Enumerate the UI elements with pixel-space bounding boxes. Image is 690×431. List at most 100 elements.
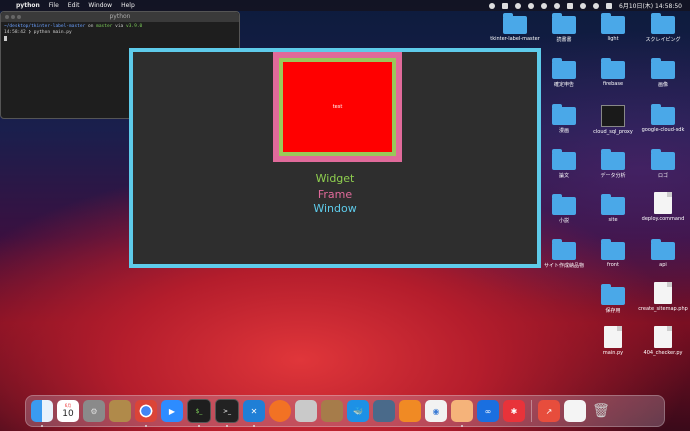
wifi-icon[interactable] <box>580 2 586 9</box>
folder-icon <box>503 13 527 34</box>
terminal-cursor <box>4 36 7 41</box>
menu-file[interactable]: File <box>49 2 59 9</box>
folder-icon <box>552 13 576 34</box>
widget-label: test <box>332 104 343 110</box>
desktop-item[interactable]: light <box>587 13 639 42</box>
desktop-item[interactable]: 読書書 <box>538 13 590 43</box>
terminal-title: python <box>109 13 131 20</box>
menu-clock[interactable]: 6月10日(木) 14:58:50 <box>619 1 682 10</box>
search-icon[interactable] <box>593 2 599 9</box>
terminal-titlebar[interactable]: python <box>1 12 239 22</box>
folder-icon <box>552 194 576 215</box>
folder-icon <box>601 284 625 305</box>
zoom-icon[interactable]: ▶ <box>161 400 183 422</box>
folder-icon <box>601 239 625 260</box>
chrome-icon[interactable] <box>135 400 157 427</box>
folder-icon <box>601 58 625 79</box>
desktop-item[interactable]: データ分析 <box>587 149 639 179</box>
menu-edit[interactable]: Edit <box>68 2 80 9</box>
prompt-branch: master <box>96 24 113 29</box>
legend-window: Window <box>313 202 357 215</box>
file-icon <box>654 326 672 348</box>
trash-icon[interactable]: 🗑 <box>590 400 612 422</box>
desktop-item[interactable]: 画像 <box>637 58 689 88</box>
postman-icon[interactable] <box>269 400 291 422</box>
folder-icon <box>651 104 675 125</box>
package-icon[interactable] <box>321 400 343 422</box>
status-icon-6[interactable] <box>554 2 560 9</box>
desktop-item[interactable]: ロゴ <box>637 149 689 179</box>
menu-app-name[interactable]: python <box>16 2 40 9</box>
sequel-icon[interactable] <box>295 400 317 422</box>
status-icon-3[interactable] <box>515 2 521 9</box>
status-icon-4[interactable] <box>528 2 534 9</box>
folder-icon <box>651 239 675 260</box>
desktop-item[interactable]: google-cloud-sdk <box>637 104 689 133</box>
menu-window[interactable]: Window <box>88 2 112 9</box>
folder-icon <box>651 13 675 34</box>
calendar-icon[interactable]: 6月 10 <box>57 400 79 422</box>
system-preferences-icon[interactable]: ⚙ <box>83 400 105 422</box>
tkinter-window[interactable]: test Widget Frame Window <box>129 48 541 268</box>
dock-separator <box>531 400 532 422</box>
terminal-icon[interactable]: >_ <box>215 399 239 427</box>
finder-icon[interactable] <box>31 400 53 427</box>
status-icon-5[interactable] <box>541 2 547 9</box>
terminal-file-icon <box>601 105 625 127</box>
desktop-item[interactable]: 論文 <box>538 149 590 179</box>
folder-icon <box>601 194 625 215</box>
menu-help[interactable]: Help <box>121 2 135 9</box>
iterm-icon[interactable]: $_ <box>187 399 211 427</box>
desktop-item[interactable]: firebase <box>587 58 639 87</box>
docker-icon[interactable]: 🐳 <box>347 400 369 422</box>
desktop-item[interactable]: main.py <box>587 326 639 356</box>
zoom-button[interactable] <box>17 15 21 19</box>
prompt-version: v3.9.0 <box>125 24 143 29</box>
clock-app-icon[interactable]: ✱ <box>503 400 525 422</box>
desktop-item[interactable]: deploy.command <box>637 192 689 222</box>
desktop-item[interactable]: 404_checker.py <box>637 326 689 356</box>
desktop-item[interactable]: tkinter-label-master <box>489 13 541 42</box>
desktop-item[interactable]: サイト作成納品物 <box>538 239 590 269</box>
terminal-output[interactable]: ~/desktop/tkinter-label-master on master… <box>1 22 239 45</box>
folder-icon <box>651 149 675 170</box>
tableplus-icon[interactable]: ◉ <box>425 400 447 422</box>
folder-icon <box>601 149 625 170</box>
folder-icon <box>601 13 625 34</box>
prompt-on: on <box>88 24 94 29</box>
control-center-icon[interactable] <box>606 2 612 9</box>
folder-icon <box>552 104 576 125</box>
legend-frame: Frame <box>317 188 353 201</box>
vscode-icon[interactable]: ✕ <box>243 400 265 427</box>
archive-icon[interactable] <box>109 400 131 422</box>
desktop-item[interactable]: 小説 <box>538 194 590 224</box>
document-icon[interactable] <box>564 400 586 422</box>
desktop-item[interactable]: front <box>587 239 639 268</box>
desktop-item[interactable]: 確定申告 <box>538 58 590 88</box>
screenshot-icon[interactable] <box>373 400 395 422</box>
file-icon <box>654 282 672 304</box>
legend-widget: Widget <box>315 172 355 185</box>
prompt-via: via <box>115 24 124 29</box>
dock: 6月 10 ⚙ ▶ $_ >_ ✕ 🐳 ◉ ∞ ✱ ↗ 🗑 <box>25 395 665 427</box>
menu-bar: python File Edit Window Help 6月10日(木) 14… <box>0 0 690 11</box>
desktop-item[interactable]: 漫画 <box>538 104 590 134</box>
status-icon-2[interactable] <box>502 2 508 9</box>
infinity-icon[interactable]: ∞ <box>477 400 499 422</box>
file-icon <box>604 326 622 348</box>
desktop-item[interactable]: スクレイピング <box>637 13 689 43</box>
chart-app-icon[interactable]: ↗ <box>538 400 560 422</box>
desktop-item[interactable]: 保存用 <box>587 284 639 314</box>
desktop-item[interactable]: create_sitemap.php <box>637 282 689 312</box>
tkinter-frame: test <box>273 52 402 162</box>
preview-icon[interactable] <box>451 400 473 427</box>
desktop-item[interactable]: cloud_sql_proxy <box>587 105 639 135</box>
status-icon-1[interactable] <box>489 2 495 9</box>
sourcetree-icon[interactable] <box>399 400 421 422</box>
desktop-item[interactable]: site <box>587 194 639 223</box>
status-icon-7[interactable] <box>567 2 573 9</box>
minimize-button[interactable] <box>11 15 15 19</box>
desktop-item[interactable]: api <box>637 239 689 268</box>
file-icon <box>654 192 672 214</box>
close-button[interactable] <box>5 15 9 19</box>
